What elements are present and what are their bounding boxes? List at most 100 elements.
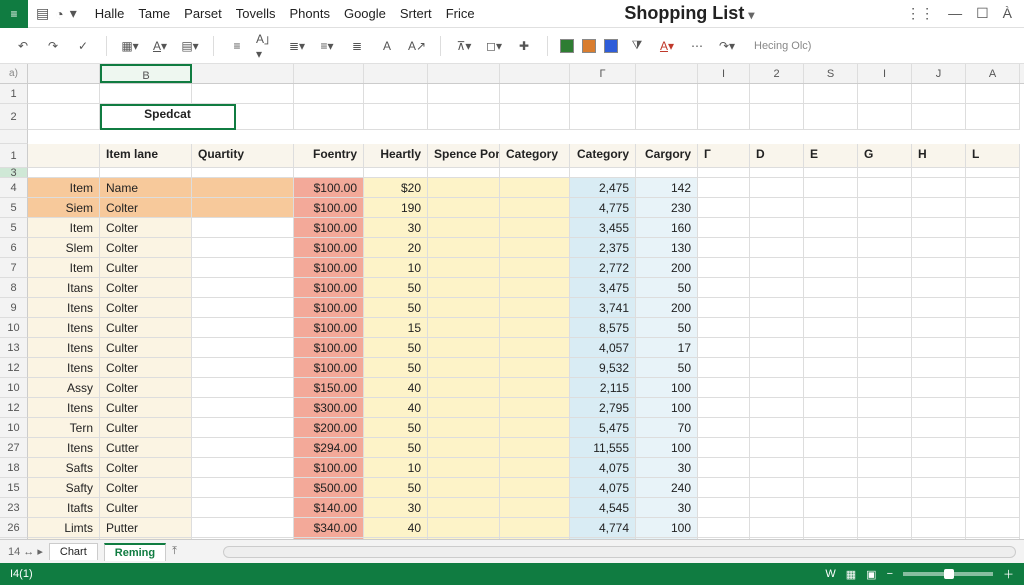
font-fill-icon[interactable]: A▾ — [656, 35, 678, 57]
cell[interactable]: $340.00 — [294, 518, 364, 538]
cell[interactable]: 142 — [636, 178, 698, 198]
cell[interactable]: Culter — [100, 418, 192, 438]
cell[interactable] — [966, 358, 1020, 378]
zoom-slider[interactable] — [903, 572, 993, 576]
cell[interactable] — [966, 84, 1020, 104]
col-k[interactable]: 2 — [750, 64, 804, 83]
cell[interactable] — [966, 518, 1020, 538]
cell[interactable] — [500, 168, 570, 178]
cell[interactable]: 4,057 — [570, 338, 636, 358]
cell[interactable] — [698, 478, 750, 498]
cell[interactable]: 240 — [636, 478, 698, 498]
cell[interactable] — [698, 104, 750, 130]
col-d[interactable] — [294, 64, 364, 83]
cell[interactable] — [500, 198, 570, 218]
cell[interactable] — [750, 168, 804, 178]
cell[interactable] — [750, 84, 804, 104]
cell[interactable] — [192, 218, 294, 238]
cell[interactable] — [750, 498, 804, 518]
cell[interactable]: Putter — [100, 518, 192, 538]
cell[interactable] — [500, 518, 570, 538]
qat-dropdown-icon[interactable]: ▾ — [70, 5, 77, 22]
cell[interactable] — [192, 398, 294, 418]
col-f[interactable] — [428, 64, 500, 83]
row-header[interactable]: 26 — [0, 518, 28, 538]
cell[interactable] — [500, 398, 570, 418]
cell[interactable]: Limts — [28, 518, 100, 538]
cell[interactable] — [912, 104, 966, 130]
cell[interactable]: 2,475 — [570, 178, 636, 198]
cell[interactable] — [500, 298, 570, 318]
cell[interactable]: 40 — [364, 378, 428, 398]
cell[interactable] — [804, 458, 858, 478]
cell[interactable] — [858, 338, 912, 358]
row-header[interactable]: 10 — [0, 418, 28, 438]
cell[interactable]: Colter — [100, 358, 192, 378]
table-header[interactable]: L — [966, 144, 1020, 168]
table-header[interactable]: H — [912, 144, 966, 168]
cell[interactable]: Itens — [28, 398, 100, 418]
cell[interactable] — [192, 438, 294, 458]
row-header[interactable] — [0, 130, 28, 144]
cell[interactable] — [698, 168, 750, 178]
cell[interactable] — [912, 358, 966, 378]
cell[interactable] — [428, 398, 500, 418]
cell[interactable] — [698, 518, 750, 538]
cell[interactable] — [28, 168, 100, 178]
cell[interactable] — [966, 378, 1020, 398]
table-header[interactable]: Г — [698, 144, 750, 168]
cell[interactable] — [858, 378, 912, 398]
cell[interactable]: Colter — [100, 458, 192, 478]
cell[interactable]: 4,775 — [570, 198, 636, 218]
font-color-icon[interactable]: A▾ — [149, 35, 171, 57]
table-header[interactable]: Foentry — [294, 144, 364, 168]
zoom-in-icon[interactable]: ＋ — [1003, 566, 1014, 582]
brush-icon[interactable]: ✓ — [72, 35, 94, 57]
cell[interactable] — [750, 398, 804, 418]
cell[interactable] — [912, 398, 966, 418]
cell[interactable] — [804, 338, 858, 358]
clock-icon[interactable]: ◔ — [55, 6, 63, 22]
cell[interactable] — [698, 358, 750, 378]
cell[interactable]: 40 — [364, 398, 428, 418]
cell[interactable]: 2,115 — [570, 378, 636, 398]
cell[interactable]: 10 — [364, 458, 428, 478]
cell[interactable]: 30 — [364, 218, 428, 238]
cell[interactable]: Itafts — [28, 498, 100, 518]
col-i[interactable] — [636, 64, 698, 83]
cell[interactable]: 50 — [364, 338, 428, 358]
cell[interactable] — [428, 518, 500, 538]
cell[interactable] — [912, 538, 966, 539]
menu-tovells[interactable]: Tovells — [236, 6, 276, 21]
cell[interactable] — [428, 438, 500, 458]
cell[interactable]: Colter — [100, 278, 192, 298]
cell[interactable] — [804, 178, 858, 198]
menu-frice[interactable]: Frice — [446, 6, 475, 21]
cell[interactable]: Item — [28, 218, 100, 238]
cell[interactable] — [192, 258, 294, 278]
cell[interactable]: 50 — [636, 358, 698, 378]
cell[interactable]: 50 — [364, 438, 428, 458]
undo-icon[interactable]: ↶ — [12, 35, 34, 57]
orientation-icon[interactable]: A↗ — [406, 35, 428, 57]
cell[interactable]: Colter — [100, 238, 192, 258]
cell[interactable]: 200 — [636, 258, 698, 278]
cell[interactable] — [698, 238, 750, 258]
table-header[interactable]: Heartly — [364, 144, 428, 168]
cell[interactable] — [570, 84, 636, 104]
cell[interactable] — [428, 478, 500, 498]
table-header[interactable]: Category — [570, 144, 636, 168]
cell[interactable]: Culter — [100, 258, 192, 278]
cell[interactable]: 100 — [636, 378, 698, 398]
cell[interactable]: 5,730 — [570, 538, 636, 539]
cell[interactable] — [966, 168, 1020, 178]
cell[interactable]: 9,532 — [570, 358, 636, 378]
cell[interactable] — [912, 458, 966, 478]
cell[interactable] — [698, 178, 750, 198]
cell[interactable] — [192, 458, 294, 478]
cell[interactable] — [912, 298, 966, 318]
col-g[interactable] — [500, 64, 570, 83]
row-header[interactable]: 7 — [0, 258, 28, 278]
clear-icon[interactable]: ⊼▾ — [453, 35, 475, 57]
cell[interactable] — [698, 218, 750, 238]
